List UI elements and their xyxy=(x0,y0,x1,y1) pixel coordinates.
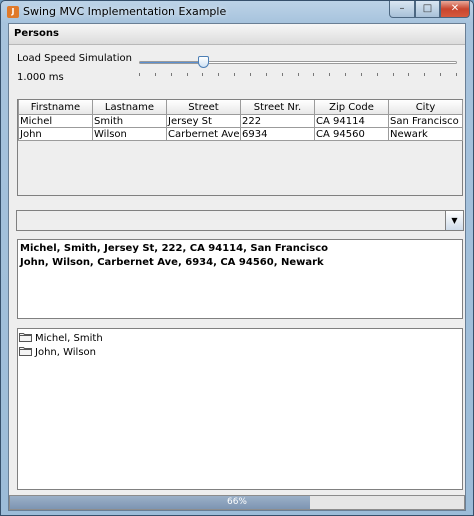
tree-item-label: John, Wilson xyxy=(35,347,96,358)
slider-tick xyxy=(265,73,267,76)
table-cell[interactable]: Newark xyxy=(388,127,463,141)
persons-text-area[interactable]: Michel, Smith, Jersey St, 222, CA 94114,… xyxy=(17,239,463,319)
table-cell[interactable]: 6934 xyxy=(240,127,315,141)
slider-tick xyxy=(360,73,362,76)
tree-item[interactable]: Michel, Smith xyxy=(19,332,462,346)
slider-tick xyxy=(170,73,172,76)
panel-header: Persons xyxy=(9,24,465,45)
slider-tick xyxy=(456,73,457,76)
table-cell[interactable]: Carbernet Ave xyxy=(166,127,241,141)
slider-tick xyxy=(139,73,140,76)
slider-fill xyxy=(140,62,204,63)
table-cell[interactable]: Jersey St xyxy=(166,114,241,128)
slider-thumb[interactable] xyxy=(197,56,209,68)
tree-item[interactable]: John, Wilson xyxy=(19,346,462,360)
slider-tick xyxy=(440,73,442,76)
table-cell[interactable]: Smith xyxy=(92,114,167,128)
speed-value: 1.000 ms xyxy=(17,72,64,83)
panel-title: Persons xyxy=(14,28,59,39)
table-cell[interactable]: Michel xyxy=(18,114,93,128)
folder-icon xyxy=(19,347,32,356)
slider-tick xyxy=(218,73,220,76)
column-header-street[interactable]: Street xyxy=(166,100,241,115)
progress-bar: 66% xyxy=(9,495,465,510)
table-cell[interactable]: San Francisco xyxy=(388,114,463,128)
title-bar[interactable]: J Swing MVC Implementation Example – □ ✕ xyxy=(1,1,473,23)
app-window: J Swing MVC Implementation Example – □ ✕… xyxy=(0,0,474,516)
table-cell[interactable]: Wilson xyxy=(92,127,167,141)
table-cell[interactable]: CA 94560 xyxy=(314,127,389,141)
table-cell[interactable]: 222 xyxy=(240,114,315,128)
slider-tick xyxy=(234,73,236,76)
person-combo-box[interactable]: ▼ xyxy=(16,210,464,231)
table-row[interactable]: John Wilson Carbernet Ave 6934 CA 94560 … xyxy=(18,127,463,141)
close-button[interactable]: ✕ xyxy=(440,1,470,18)
chevron-down-icon[interactable]: ▼ xyxy=(445,211,463,230)
slider-tick xyxy=(345,73,347,76)
table-cell[interactable]: John xyxy=(18,127,93,141)
slider-tick xyxy=(376,73,378,76)
slider-ticks xyxy=(139,73,457,77)
window-title: Swing MVC Implementation Example xyxy=(23,5,227,18)
column-header-street-nr[interactable]: Street Nr. xyxy=(240,100,315,115)
slider-tick xyxy=(202,73,204,76)
column-header-zip-code[interactable]: Zip Code xyxy=(314,100,389,115)
text-line: Michel, Smith, Jersey St, 222, CA 94114,… xyxy=(20,243,329,254)
speed-label: Load Speed Simulation xyxy=(17,53,132,64)
slider-tick xyxy=(392,73,394,76)
slider-tick xyxy=(329,73,331,76)
slider-tick xyxy=(154,73,156,76)
client-area: Persons Load Speed Simulation 1.000 ms F… xyxy=(8,23,466,511)
slider-tick xyxy=(186,73,188,76)
column-header-firstname[interactable]: Firstname xyxy=(18,100,93,115)
slider-tick xyxy=(281,73,283,76)
folder-icon xyxy=(19,333,32,342)
slider-tick xyxy=(297,73,299,76)
persons-tree[interactable]: Michel, Smith John, Wilson xyxy=(17,328,463,490)
slider-tick xyxy=(424,73,426,76)
slider-tick xyxy=(313,73,315,76)
minimize-button[interactable]: – xyxy=(389,1,415,18)
tree-item-label: Michel, Smith xyxy=(35,333,103,344)
text-line: John, Wilson, Carbernet Ave, 6934, CA 94… xyxy=(20,257,324,268)
table-header-row: Firstname Lastname Street Street Nr. Zip… xyxy=(18,100,463,115)
table-cell[interactable]: CA 94114 xyxy=(314,114,389,128)
column-header-lastname[interactable]: Lastname xyxy=(92,100,167,115)
column-header-city[interactable]: City xyxy=(388,100,463,115)
speed-slider[interactable] xyxy=(139,56,457,80)
table-row[interactable]: Michel Smith Jersey St 222 CA 94114 San … xyxy=(18,114,463,128)
java-app-icon: J xyxy=(7,6,19,18)
slider-tick xyxy=(408,73,410,76)
progress-text: 66% xyxy=(226,497,247,507)
maximize-button[interactable]: □ xyxy=(415,1,440,18)
slider-tick xyxy=(249,73,251,76)
persons-table: Firstname Lastname Street Street Nr. Zip… xyxy=(17,99,463,196)
